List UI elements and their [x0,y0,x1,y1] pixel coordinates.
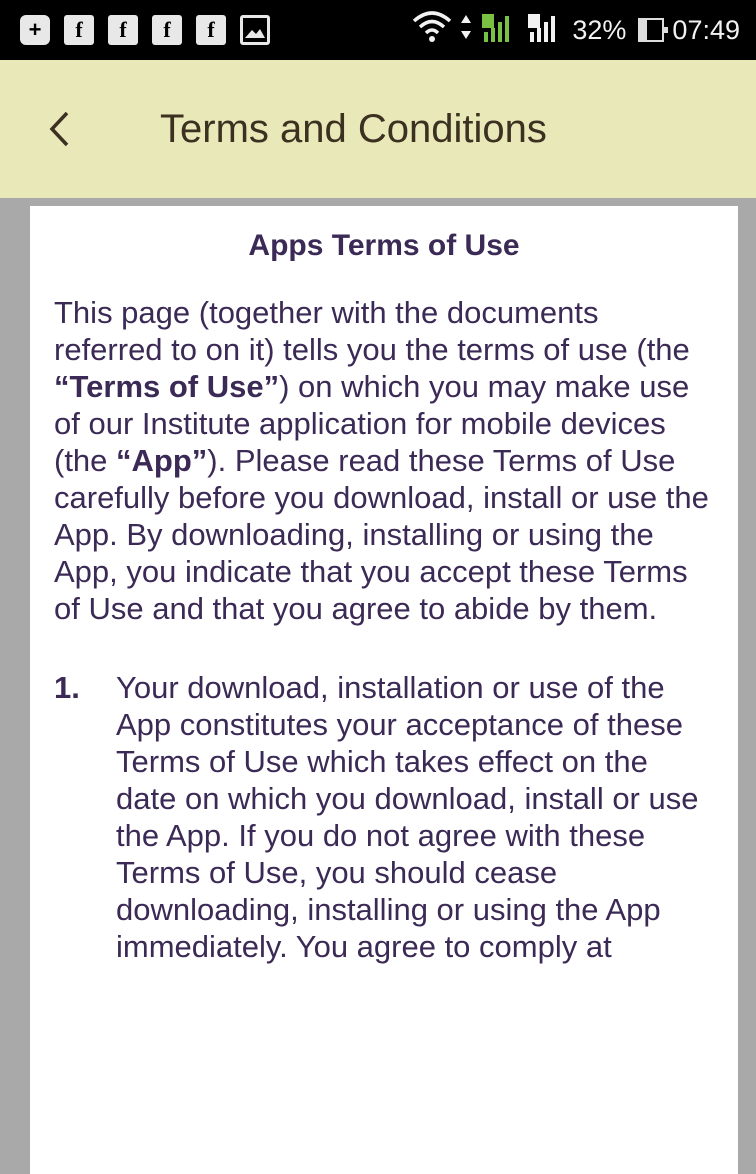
signal-sim1-icon [480,10,518,51]
facebook-icon: f [152,15,182,45]
chevron-left-icon [49,111,69,147]
battery-icon [638,18,669,42]
battery-percent: 32% [572,14,627,45]
back-button[interactable] [34,99,84,159]
intro-text: This page (together with the documents r… [54,295,690,367]
terms-content[interactable]: Apps Terms of Use This page (together wi… [30,206,738,1174]
wifi-icon [412,10,452,50]
facebook-icon: f [64,15,94,45]
app-bar: Terms and Conditions [0,60,756,198]
terms-heading: Apps Terms of Use [248,229,520,262]
image-icon [240,15,270,45]
facebook-icon: f [108,15,138,45]
intro-bold-terms: “Terms of Use” [54,369,280,404]
notification-icons: + f f f f [20,15,270,45]
intro-bold-app: “App” [116,443,208,478]
signal-sim2-icon [526,10,564,51]
status-bar: + f f f f 32% 07:49 [0,0,756,60]
data-transfer-icon [460,13,472,48]
status-time: 07:49 [672,14,740,45]
page-title: Terms and Conditions [160,106,547,151]
item-number: 1. [54,670,80,705]
terms-list: 1. Your download, installation or use of… [54,669,714,965]
facebook-icon: f [196,15,226,45]
list-item: 1. Your download, installation or use of… [54,669,714,965]
plus-icon: + [20,15,50,45]
intro-paragraph: This page (together with the documents r… [54,294,714,627]
item-text: Your download, installation or use of th… [116,670,699,964]
status-right: 32% 07:49 [412,10,740,51]
battery-level [640,20,648,40]
